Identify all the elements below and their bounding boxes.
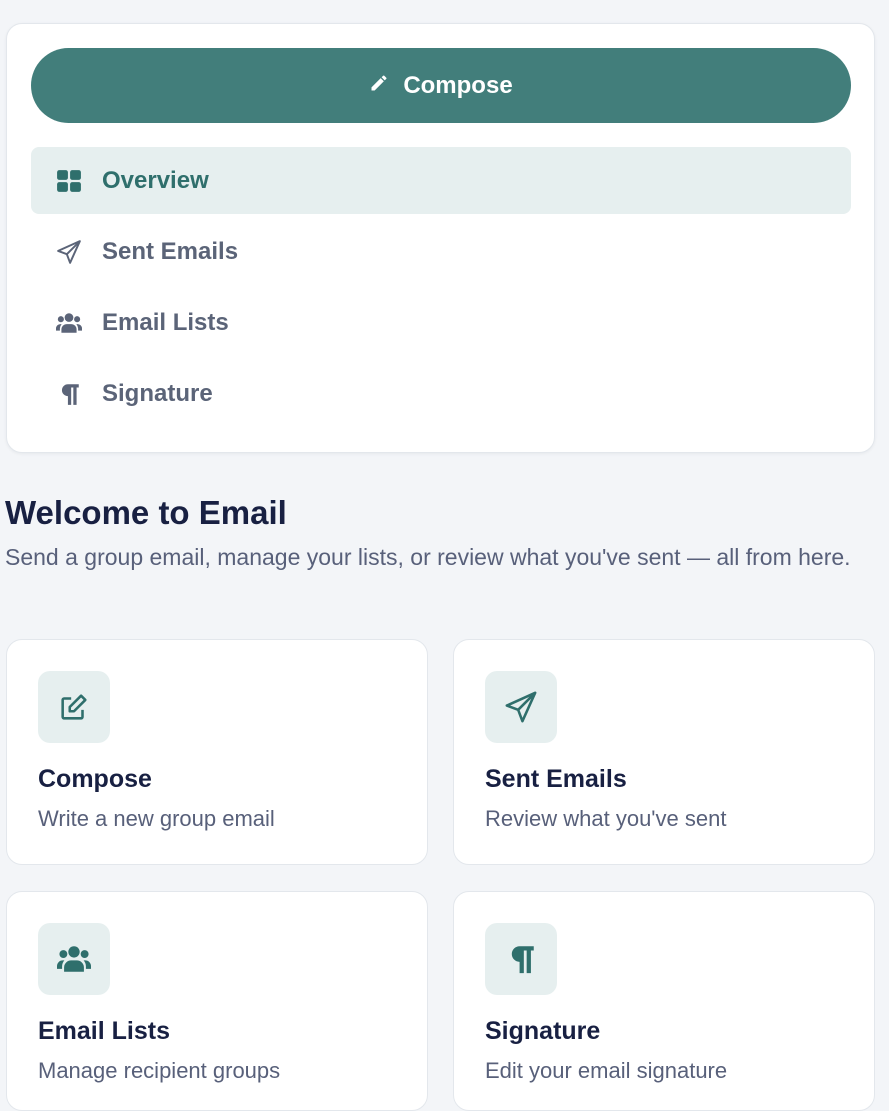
paper-plane-icon — [55, 238, 83, 266]
compose-button[interactable]: Compose — [31, 48, 851, 123]
nav-list: Overview Sent Emails Email Lists Signatu… — [31, 147, 851, 431]
pencil-icon — [369, 72, 389, 100]
sidebar-item-signature[interactable]: Signature — [31, 360, 851, 427]
sidebar-nav: Compose Overview Sent Emails Email Lists… — [6, 23, 875, 453]
tile-title: Sent Emails — [485, 765, 627, 793]
tile-title: Compose — [38, 765, 152, 793]
sidebar-item-overview[interactable]: Overview — [31, 147, 851, 214]
sidebar-item-label: Signature — [102, 379, 213, 407]
page-title: Welcome to Email — [5, 494, 287, 531]
users-icon — [55, 309, 83, 337]
grid-icon — [55, 167, 83, 195]
sidebar-item-label: Overview — [102, 166, 209, 194]
tile-description: Edit your email signature — [485, 1058, 728, 1083]
paragraph-icon — [55, 380, 83, 408]
tile-email-lists[interactable]: Email Lists Manage recipient groups — [6, 891, 428, 1111]
tile-description: Review what you've sent — [485, 806, 727, 831]
paragraph-icon — [485, 923, 557, 995]
sidebar-item-label: Sent Emails — [102, 237, 239, 265]
compose-button-label: Compose — [403, 71, 513, 99]
page-subtitle: Send a group email, manage your lists, o… — [5, 544, 851, 570]
tile-title: Signature — [485, 1017, 601, 1045]
sidebar-item-label: Email Lists — [102, 308, 229, 336]
tile-description: Manage recipient groups — [38, 1058, 281, 1083]
sidebar-item-email-lists[interactable]: Email Lists — [31, 289, 851, 356]
tile-title: Email Lists — [38, 1017, 170, 1045]
tile-sent-emails[interactable]: Sent Emails Review what you've sent — [453, 639, 875, 865]
tile-description: Write a new group email — [38, 806, 275, 831]
paper-plane-icon — [485, 671, 557, 743]
edit-icon — [38, 671, 110, 743]
tile-signature[interactable]: Signature Edit your email signature — [453, 891, 875, 1111]
users-icon — [38, 923, 110, 995]
tile-compose[interactable]: Compose Write a new group email — [6, 639, 428, 865]
sidebar-item-sent-emails[interactable]: Sent Emails — [31, 218, 851, 285]
